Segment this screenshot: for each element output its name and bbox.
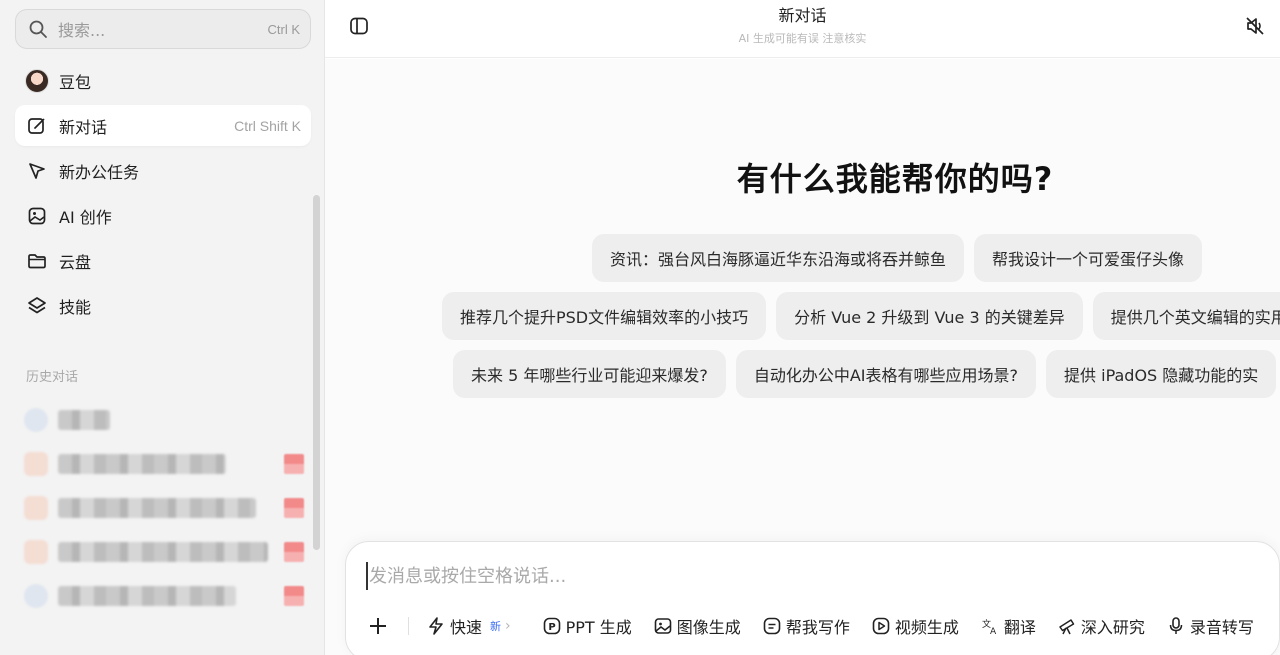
doubao-avatar-icon [25,68,49,93]
new-badge: 新 [490,620,502,633]
edit-icon [25,114,49,138]
suggestion-chip[interactable]: 自动化办公中AI表格有哪些应用场景? [735,350,1037,398]
message-composer: 快速 新 › P PPT 生成 图像生成 帮我写作 视频生成 文A 翻译 深入研… [345,541,1280,655]
add-attachment-button[interactable] [364,612,392,640]
record-transcribe-label: 录音转写 [1189,618,1254,637]
history-list [24,398,304,618]
search-placeholder: 搜索... [58,21,106,40]
suggestion-chip[interactable]: 提供 iPadOS 隐藏功能的实 [1046,350,1277,398]
video-icon [872,617,890,635]
ppt-generate-label: PPT 生成 [565,618,632,637]
image-icon [654,617,672,635]
history-item[interactable] [24,486,304,530]
sidebar: 搜索... Ctrl K 豆包 新对话 Ctrl Shift K 新办公任务 A… [0,0,325,655]
folder-icon [25,249,49,273]
image-generate-label: 图像生成 [676,618,741,637]
lightning-icon [427,617,445,635]
writing-button[interactable]: 帮我写作 [763,614,850,638]
layers-icon [25,294,49,318]
svg-text:P: P [548,622,555,633]
history-item[interactable] [24,398,304,442]
translate-label: 翻译 [1003,618,1036,637]
suggestion-row: 推荐几个提升PSD文件编辑效率的小技巧 分析 Vue 2 升级到 Vue 3 的… [442,292,1280,340]
page-subtitle: AI 生成可能有误 注意核实 [738,32,867,45]
ppt-icon: P [543,617,561,635]
suggestion-chip[interactable]: 帮我设计一个可爱蛋仔头像 [974,234,1203,282]
sidebar-item-label: 新办公任务 [59,162,140,182]
suggestion-chip[interactable]: 未来 5 年哪些行业可能迎来爆发? [453,350,726,398]
quick-mode-label: 快速 [450,618,483,637]
sidebar-item-label: 云盘 [59,252,92,272]
sidebar-nav: 豆包 新对话 Ctrl Shift K 新办公任务 AI 创作 云盘 技能 [15,60,311,330]
suggestion-chip[interactable]: 提供几个英文编辑的实用 [1092,292,1280,340]
sidebar-scrollbar[interactable] [313,195,320,550]
deep-research-label: 深入研究 [1080,618,1145,637]
telescope-icon [1058,617,1076,635]
sidebar-item-label: 技能 [59,297,92,317]
writing-label: 帮我写作 [785,618,850,637]
record-transcribe-button[interactable]: 录音转写 [1167,614,1254,638]
ppt-generate-button[interactable]: P PPT 生成 [543,614,632,638]
translate-button[interactable]: 文A 翻译 [981,614,1036,638]
history-item[interactable] [24,442,304,486]
toolbar-divider [408,617,409,635]
image-generate-button[interactable]: 图像生成 [654,614,741,638]
chat-header: 新对话 AI 生成可能有误 注意核实 [325,0,1280,58]
suggestion-row: 未来 5 年哪些行业可能迎来爆发? 自动化办公中AI表格有哪些应用场景? 提供 … [453,350,1277,398]
sidebar-item-label: AI 创作 [59,207,112,227]
svg-text:A: A [990,627,997,635]
writing-icon [763,617,781,635]
sidebar-item-cloud-drive[interactable]: 云盘 [15,240,311,281]
sidebar-item-office-task[interactable]: 新办公任务 [15,150,311,191]
video-generate-button[interactable]: 视频生成 [872,614,959,638]
page-title: 新对话 [778,6,827,25]
search-shortcut: Ctrl K [267,21,301,37]
quick-mode-button[interactable]: 快速 新 › [427,614,511,638]
office-task-icon [25,159,49,183]
sidebar-item-doubao[interactable]: 豆包 [15,60,311,101]
mute-icon[interactable] [1244,15,1266,37]
search-icon [29,20,47,38]
plus-icon [370,618,386,634]
suggestion-chip[interactable]: 推荐几个提升PSD文件编辑效率的小技巧 [442,292,767,340]
chevron-right-icon: › [505,618,511,634]
sidebar-item-label: 新对话 [59,117,108,137]
suggestion-chip[interactable]: 资讯：强台风白海豚逼近华东沿海或将吞并鲸鱼 [592,234,965,282]
sidebar-item-new-chat[interactable]: 新对话 Ctrl Shift K [15,105,311,146]
sidebar-item-label: 豆包 [59,72,92,92]
translate-icon: 文A [981,617,999,635]
image-create-icon [25,204,49,228]
microphone-icon [1167,617,1185,635]
welcome-heading: 有什么我能帮你的吗? [736,160,1054,198]
composer-toolbar: 快速 新 › P PPT 生成 图像生成 帮我写作 视频生成 文A 翻译 深入研… [364,612,1276,640]
history-item[interactable] [24,530,304,574]
search-box[interactable]: 搜索... Ctrl K [15,9,311,49]
history-title: 历史对话 [26,370,79,385]
new-chat-shortcut: Ctrl Shift K [234,117,301,134]
suggestion-chip[interactable]: 分析 Vue 2 升级到 Vue 3 的关键差异 [776,292,1083,340]
history-item[interactable] [24,574,304,618]
deep-research-button[interactable]: 深入研究 [1058,614,1145,638]
video-generate-label: 视频生成 [894,618,959,637]
message-input[interactable] [366,562,1246,590]
sidebar-item-ai-create[interactable]: AI 创作 [15,195,311,236]
sidebar-item-skills[interactable]: 技能 [15,285,311,326]
suggestion-row: 资讯：强台风白海豚逼近华东沿海或将吞并鲸鱼 帮我设计一个可爱蛋仔头像 [592,234,1203,282]
